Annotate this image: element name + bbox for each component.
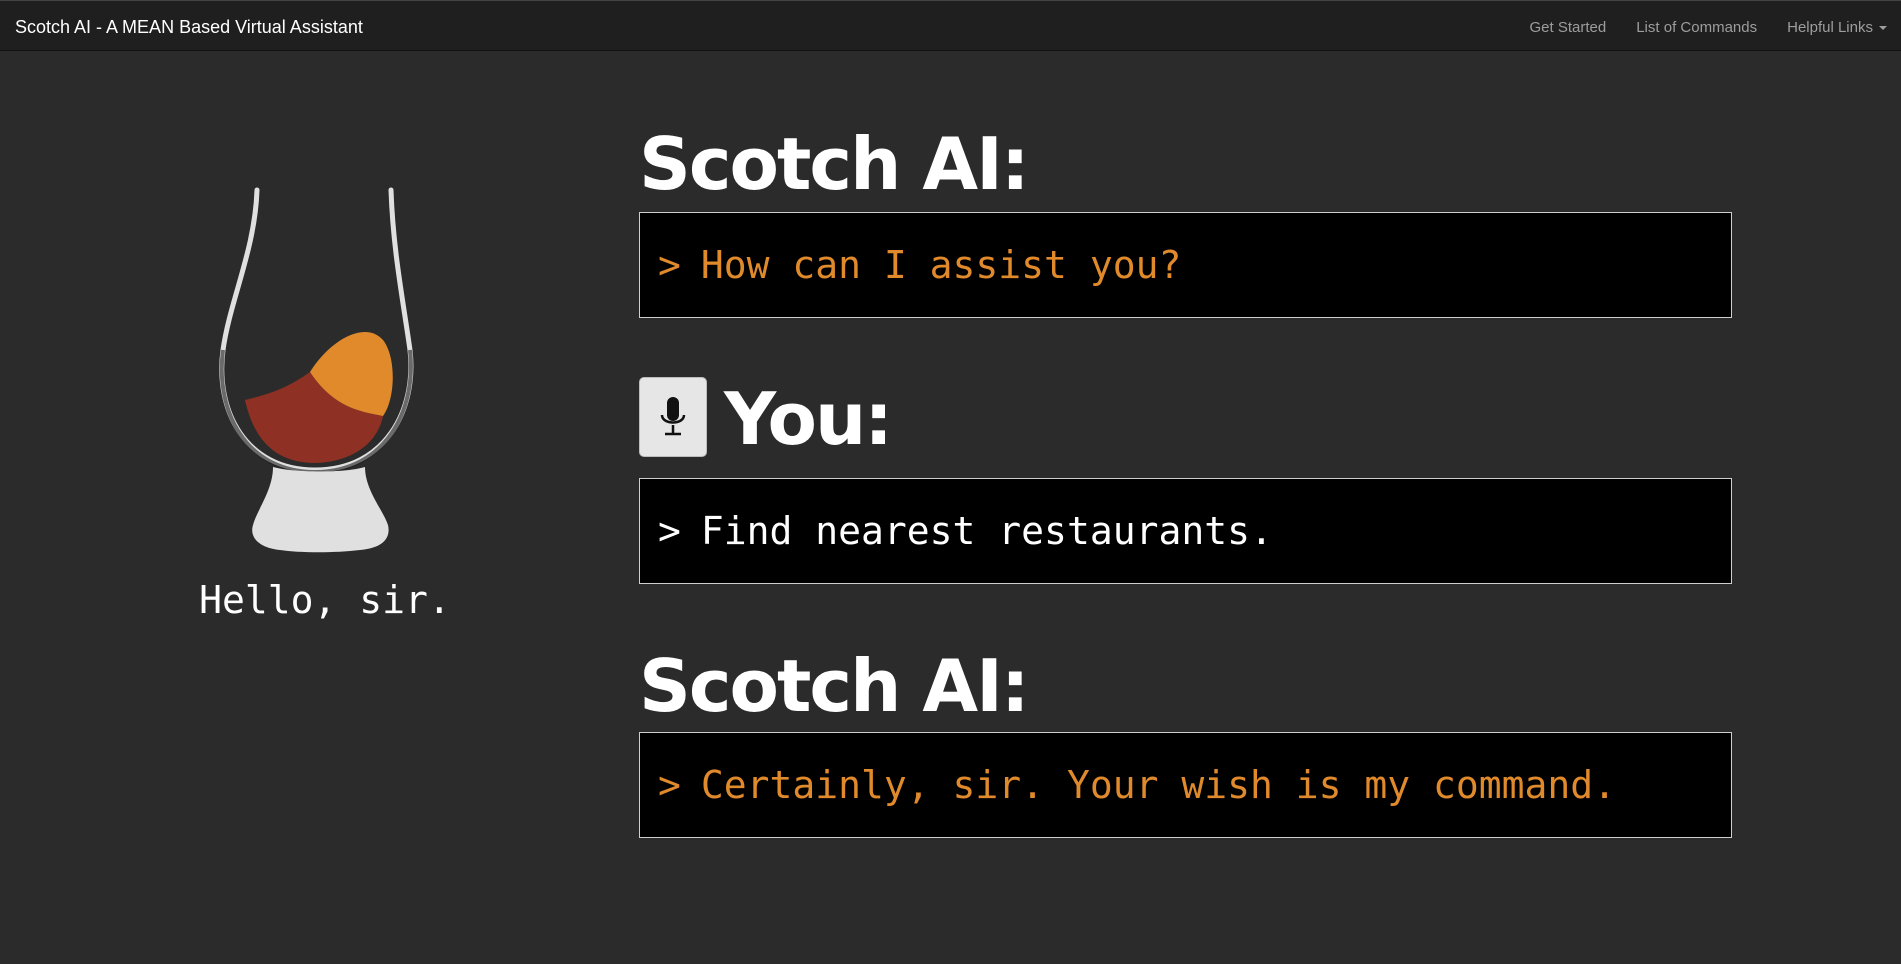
assistant-message-box-1: > How can I assist you? — [639, 212, 1732, 318]
caret-down-icon — [1879, 26, 1887, 31]
assistant-heading-1: Scotch AI: — [639, 122, 1030, 206]
user-heading: You: — [724, 377, 893, 461]
nav-link-get-started[interactable]: Get Started — [1530, 19, 1607, 36]
prompt-symbol: > — [658, 243, 681, 287]
navbar: Scotch AI - A MEAN Based Virtual Assista… — [0, 0, 1901, 51]
whisky-glass-icon — [205, 180, 445, 560]
assistant-message-box-2: > Certainly, sir. Your wish is my comman… — [639, 732, 1732, 838]
nav-links: Get Started List of Commands Helpful Lin… — [1530, 19, 1887, 36]
nav-link-helpful-links-label: Helpful Links — [1787, 19, 1873, 36]
prompt-symbol: > — [658, 509, 681, 553]
greeting-text: Hello, sir. — [199, 578, 451, 622]
assistant-heading-2: Scotch AI: — [639, 644, 1030, 728]
prompt-symbol: > — [658, 763, 681, 807]
glass-foot — [252, 467, 389, 553]
user-message-box: > Find nearest restaurants. — [639, 478, 1732, 584]
assistant-message-text-2: Certainly, sir. Your wish is my command. — [700, 763, 1617, 807]
nav-link-list-of-commands[interactable]: List of Commands — [1636, 19, 1757, 36]
microphone-button[interactable] — [639, 377, 707, 457]
navbar-brand[interactable]: Scotch AI - A MEAN Based Virtual Assista… — [15, 17, 363, 38]
user-message-text: Find nearest restaurants. — [700, 509, 1273, 553]
microphone-icon — [660, 397, 686, 436]
nav-link-helpful-links-dropdown[interactable]: Helpful Links — [1787, 19, 1887, 36]
assistant-message-text-1: How can I assist you? — [700, 243, 1182, 287]
